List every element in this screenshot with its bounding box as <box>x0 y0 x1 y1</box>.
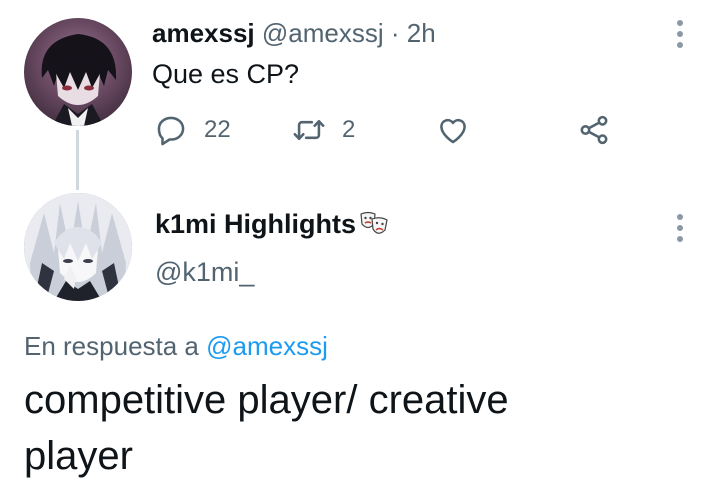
reply-button[interactable]: 22 <box>154 110 231 150</box>
separator-dot: · <box>390 18 400 48</box>
replying-to: En respuesta a @amexssj <box>24 330 328 362</box>
share-icon <box>580 115 608 145</box>
heart-icon <box>440 118 466 144</box>
tweet-text: competitive player/ creative player <box>24 378 509 478</box>
user-handle[interactable]: @k1mi_ <box>155 256 254 288</box>
timestamp[interactable]: 2h <box>407 18 436 48</box>
more-options-button[interactable] <box>675 214 685 242</box>
more-options-button[interactable] <box>675 20 685 48</box>
avatar[interactable] <box>24 193 132 301</box>
performing-arts-mask-icon <box>360 211 388 234</box>
avatar-illustration <box>41 34 117 126</box>
avatar[interactable] <box>24 18 132 126</box>
retweet-count: 2 <box>342 116 356 143</box>
more-vertical-icon <box>677 20 683 26</box>
retweet-icon <box>293 119 325 141</box>
reply-count: 22 <box>204 116 231 143</box>
replying-to-mention[interactable]: @amexssj <box>206 331 328 361</box>
tweet-text: Que es CP? <box>152 59 300 89</box>
more-vertical-icon <box>677 214 683 220</box>
display-name-text: k1mi Highlights <box>155 209 357 239</box>
display-name[interactable]: k1mi Highlights <box>155 208 390 240</box>
like-button[interactable] <box>436 110 470 150</box>
share-button[interactable] <box>577 110 611 150</box>
avatar-illustration <box>24 193 132 301</box>
reply-icon <box>157 116 185 146</box>
thread-connector-line <box>76 130 79 190</box>
tweet-actions: 22 2 <box>152 110 622 150</box>
tweet-thread: amexssj @amexssj · 2h Que es CP? 22 2 k1… <box>0 0 715 498</box>
retweet-button[interactable]: 2 <box>292 110 355 150</box>
replying-to-prefix: En respuesta a <box>24 331 199 361</box>
user-handle[interactable]: @amexssj <box>262 18 384 48</box>
display-name[interactable]: amexssj <box>152 18 255 48</box>
tweet-header: amexssj @amexssj · 2h <box>152 18 436 48</box>
